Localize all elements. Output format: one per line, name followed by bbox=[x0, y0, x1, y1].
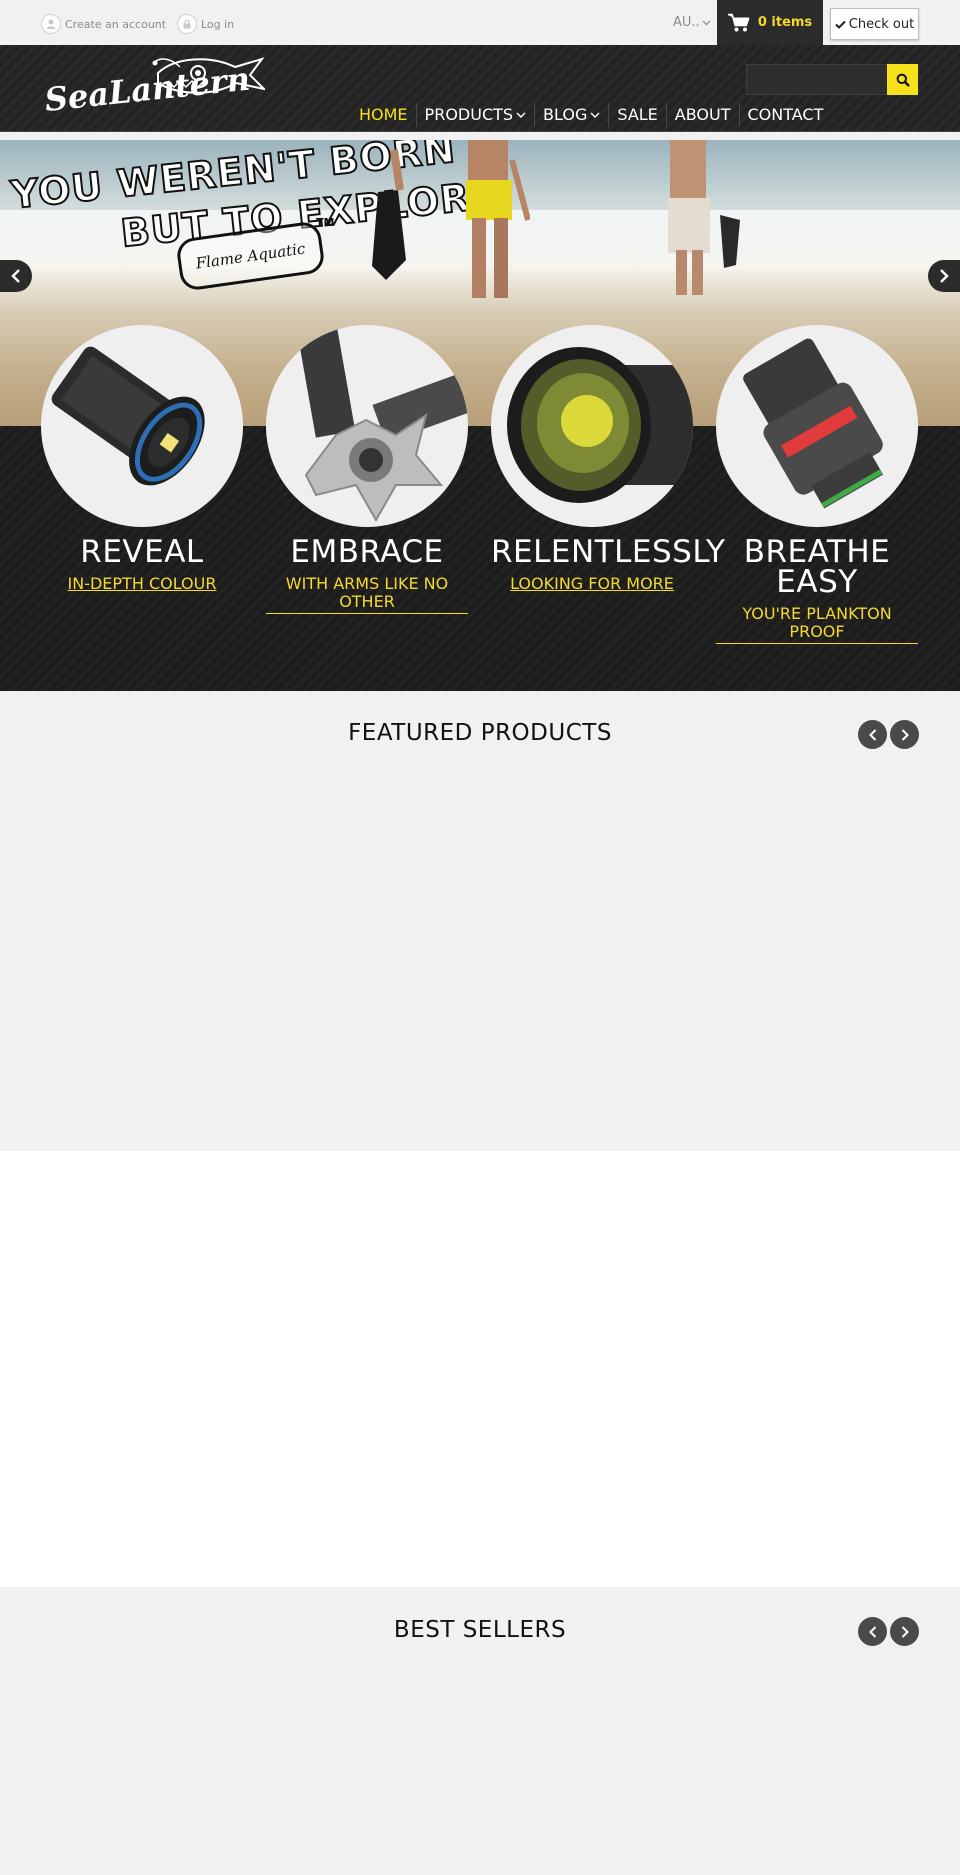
login-link[interactable]: Log in bbox=[177, 14, 234, 34]
top-bar: Create an account Log in AU.. 0 items Ch… bbox=[0, 0, 960, 45]
feature-subtitle-link[interactable]: YOU'RE PLANKTON PROOF bbox=[716, 605, 918, 644]
chevron-right-icon bbox=[940, 269, 949, 283]
chevron-left-icon bbox=[868, 728, 876, 741]
best-sellers-prev-button[interactable] bbox=[858, 1617, 887, 1646]
featured-next-button[interactable] bbox=[890, 720, 919, 749]
main-nav: HOME PRODUCTS BLOG SALE ABOUT CONTACT bbox=[351, 103, 831, 127]
check-icon bbox=[835, 20, 846, 29]
chevron-down-icon bbox=[516, 112, 526, 118]
beach-walker-1 bbox=[372, 140, 530, 298]
feature-image-reveal[interactable] bbox=[41, 325, 243, 527]
chevron-right-icon bbox=[901, 1625, 909, 1638]
best-sellers-heading: BEST SELLERS bbox=[393, 1617, 567, 1643]
chevron-down-icon bbox=[702, 20, 711, 25]
nav-sale-label: SALE bbox=[617, 105, 658, 124]
feature-subtitle-link[interactable]: WITH ARMS LIKE NO OTHER bbox=[266, 575, 468, 614]
user-icon bbox=[41, 14, 61, 34]
slider-next-button[interactable] bbox=[928, 260, 960, 292]
page: Create an account Log in AU.. 0 items Ch… bbox=[0, 0, 960, 1875]
feature-subtitle-link[interactable]: LOOKING FOR MORE bbox=[510, 575, 674, 593]
chevron-left-icon bbox=[11, 269, 20, 283]
sealantern-logo[interactable]: SeaLantern bbox=[40, 53, 268, 125]
checkout-label: Check out bbox=[848, 16, 915, 32]
login-label: Log in bbox=[201, 17, 235, 31]
shopping-cart-icon bbox=[727, 13, 750, 31]
feature-title: RELENTLESSLY bbox=[491, 534, 726, 570]
feature-image-breathe-easy[interactable] bbox=[716, 325, 918, 527]
checkout-button[interactable]: Check out bbox=[830, 8, 919, 40]
featured-products-heading: FEATURED PRODUCTS bbox=[348, 720, 612, 746]
slider-prev-button[interactable] bbox=[0, 260, 32, 292]
feature-image-embrace[interactable] bbox=[266, 325, 468, 527]
nav-home[interactable]: HOME bbox=[351, 103, 416, 127]
feature-image-relentlessly[interactable] bbox=[491, 325, 693, 527]
feature-reveal: REVEAL IN-DEPTH COLOUR bbox=[41, 325, 243, 593]
lock-icon bbox=[177, 14, 197, 34]
cart-count: 0 items bbox=[757, 15, 813, 30]
feature-title: BREATHE EASY bbox=[743, 534, 891, 600]
feature-subtitle-link[interactable]: IN-DEPTH COLOUR bbox=[68, 575, 217, 593]
feature-relentlessly: RELENTLESSLY LOOKING FOR MORE bbox=[491, 325, 726, 593]
nav-products-label: PRODUCTS bbox=[424, 105, 514, 124]
brand-wordmark: SeaLantern bbox=[43, 60, 252, 119]
create-account-link[interactable]: Create an account bbox=[41, 14, 166, 34]
trademark-mark: TM bbox=[316, 216, 335, 229]
best-sellers-next-button[interactable] bbox=[890, 1617, 919, 1646]
nav-contact-label: CONTACT bbox=[747, 105, 824, 124]
content-band bbox=[0, 1151, 960, 1587]
search-button[interactable] bbox=[887, 64, 918, 95]
site-header: SeaLantern HOME PRODUCTS BLOG SALE ABOUT… bbox=[0, 45, 960, 132]
feature-title: REVEAL bbox=[80, 534, 204, 570]
currency-value: AU.. bbox=[673, 15, 700, 30]
nav-blog[interactable]: BLOG bbox=[534, 103, 608, 127]
featured-prev-button[interactable] bbox=[858, 720, 887, 749]
currency-select[interactable]: AU.. bbox=[673, 15, 711, 30]
cart-button[interactable]: 0 items bbox=[717, 0, 823, 45]
chevron-left-icon bbox=[868, 1625, 876, 1638]
create-account-label: Create an account bbox=[65, 17, 167, 31]
beach-walker-2 bbox=[668, 140, 740, 295]
search-input[interactable] bbox=[746, 64, 888, 95]
feature-title: EMBRACE bbox=[290, 534, 444, 570]
nav-contact[interactable]: CONTACT bbox=[738, 103, 832, 127]
chevron-down-icon bbox=[590, 112, 600, 118]
nav-sale[interactable]: SALE bbox=[608, 103, 665, 127]
feature-breathe-easy: BREATHE EASY YOU'RE PLANKTON PROOF bbox=[716, 325, 918, 644]
search-icon bbox=[896, 73, 910, 87]
nav-about-label: ABOUT bbox=[674, 105, 731, 124]
nav-blog-label: BLOG bbox=[543, 105, 588, 124]
chevron-right-icon bbox=[901, 728, 909, 741]
feature-embrace: EMBRACE WITH ARMS LIKE NO OTHER bbox=[266, 325, 468, 614]
nav-home-label: HOME bbox=[359, 105, 408, 124]
nav-products[interactable]: PRODUCTS bbox=[415, 103, 535, 127]
nav-about[interactable]: ABOUT bbox=[665, 103, 739, 127]
